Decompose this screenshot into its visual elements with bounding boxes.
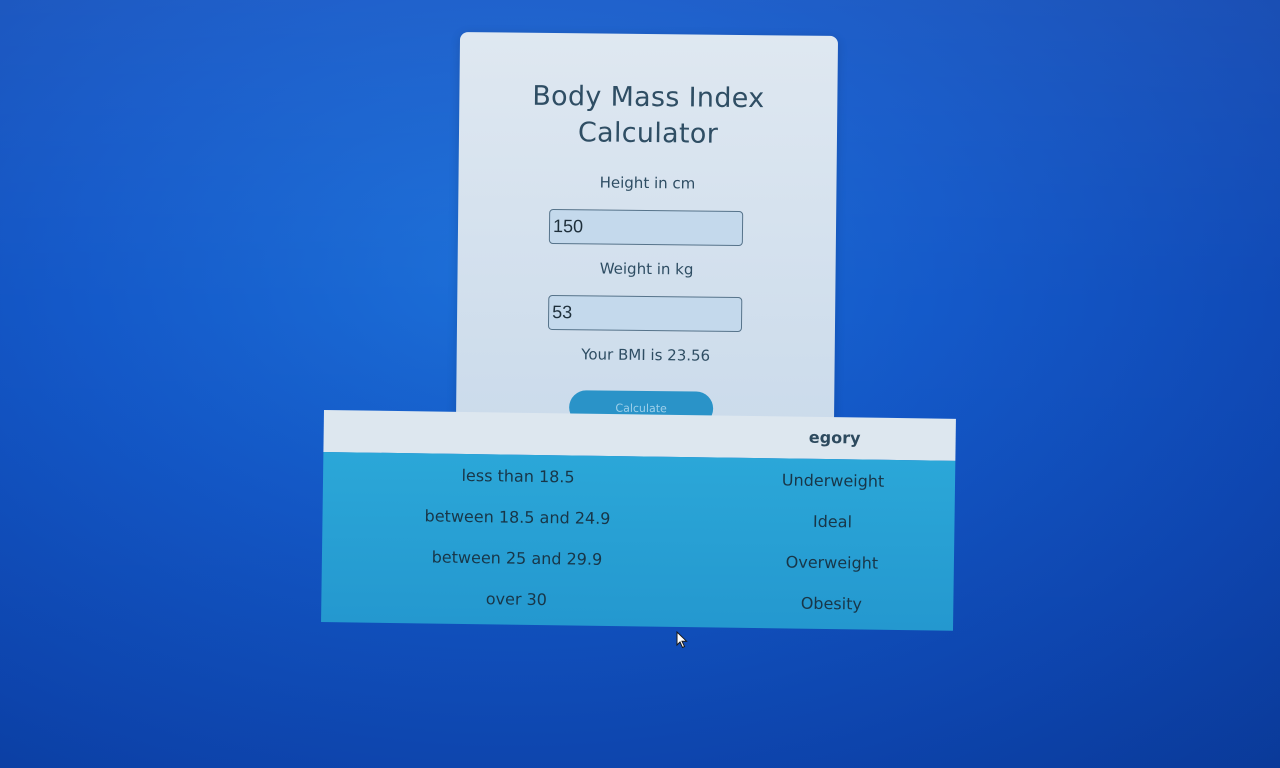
bmi-calculator-card: Body Mass Index Calculator Height in cm … [455,32,839,428]
height-label: Height in cm [599,173,696,193]
weight-input[interactable] [547,294,743,332]
bmi-range-cell: less than 18.5 [461,465,575,487]
page-title: Body Mass Index Calculator [532,80,765,150]
bmi-category-cell: Underweight [781,470,885,491]
bmi-result: Your BMI is 23.56 [581,345,711,365]
header-range [323,410,708,457]
bmi-range-cell: between 18.5 and 24.9 [424,506,611,529]
bmi-range-cell: between 25 and 29.9 [431,547,603,569]
header-category: egory [808,427,861,448]
table-row: over 30 Obesity [321,577,953,626]
bmi-table: egory less than 18.5 Underweight between… [321,410,956,635]
bmi-category-cell: Obesity [800,593,863,614]
weight-label: Weight in kg [599,259,694,279]
mouse-pointer-icon [676,631,688,649]
table-body: less than 18.5 Underweight between 18.5 … [321,451,956,631]
height-input[interactable] [548,208,744,247]
bmi-range-cell: over 30 [485,589,548,610]
bmi-category-cell: Overweight [785,552,879,573]
bmi-category-cell: Ideal [812,511,853,532]
